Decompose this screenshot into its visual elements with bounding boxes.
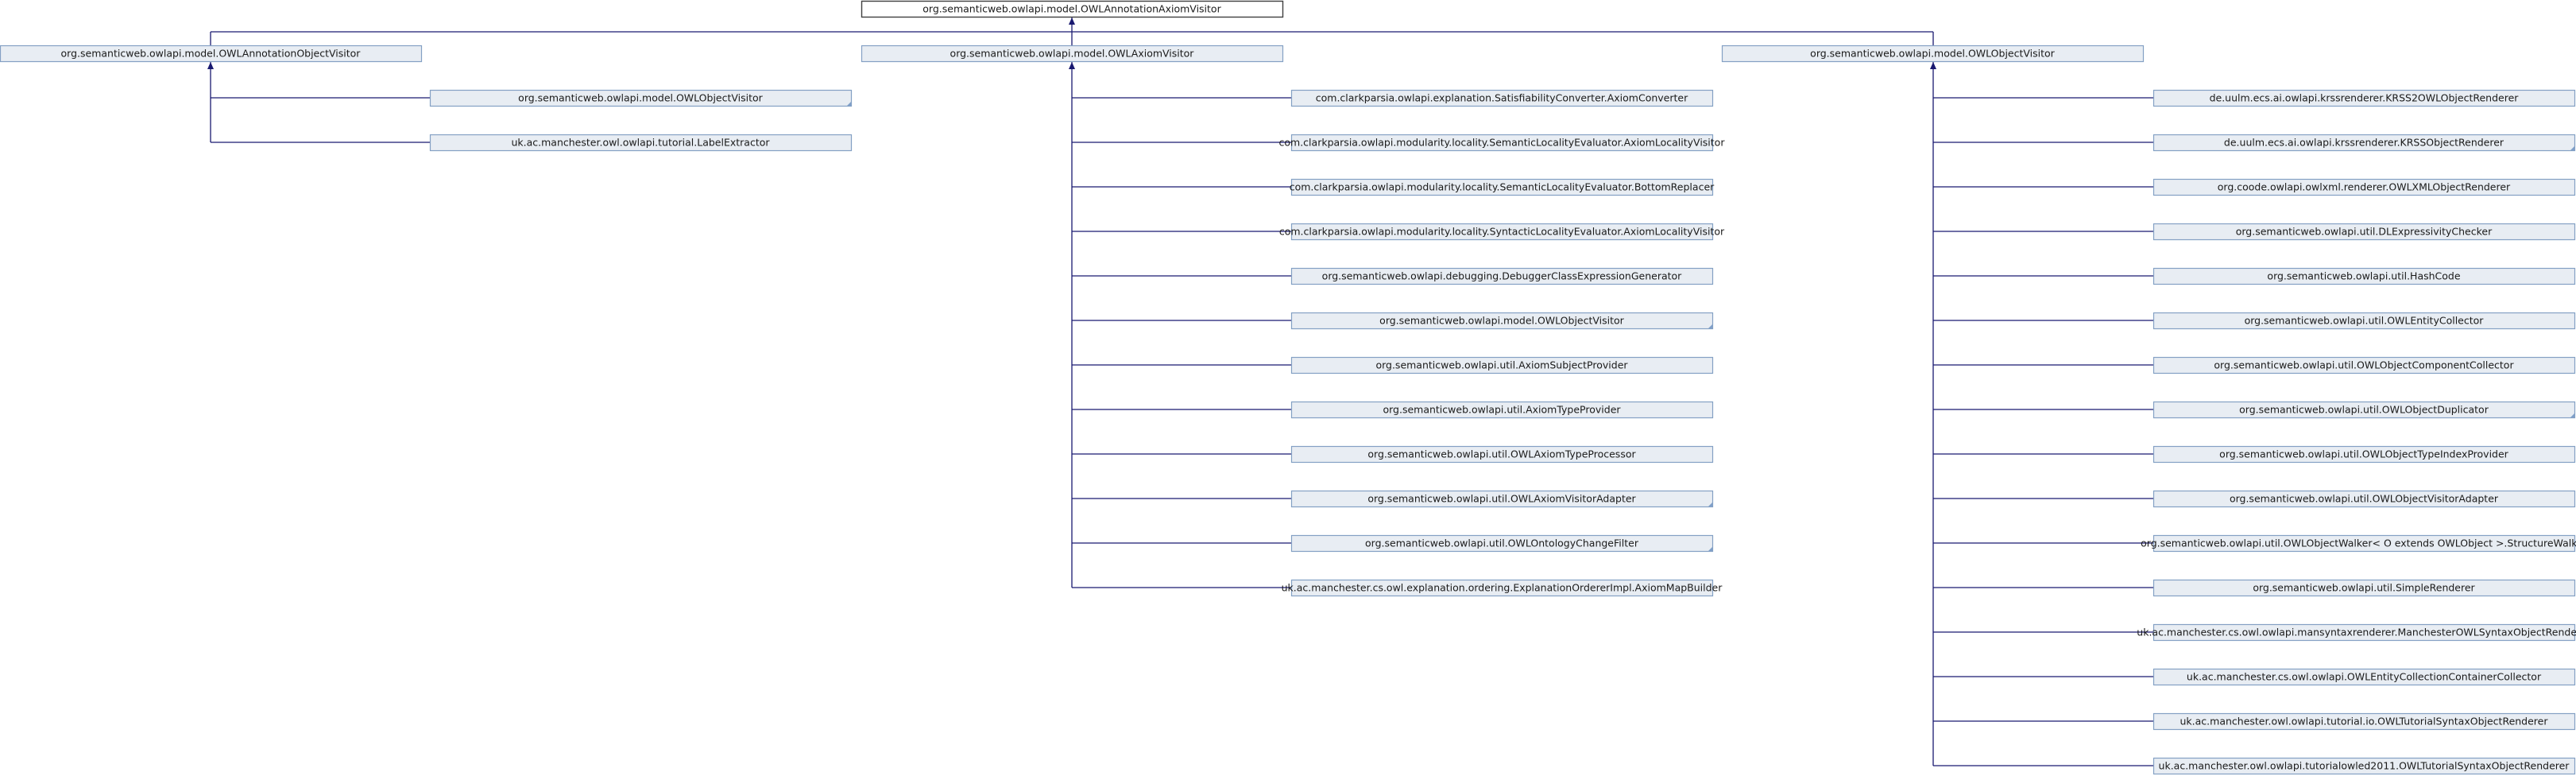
class-renderer-owlxmlobjectrenderer[interactable]: org.coode.owlapi.owlxml.renderer.OWLXMLO… bbox=[2152, 178, 2576, 196]
class-util-simplerenderer[interactable]: org.semanticweb.owlapi.util.SimpleRender… bbox=[2152, 579, 2576, 597]
class-renderer-owlxmlobjectrenderer-label: org.coode.owlapi.owlxml.renderer.OWLXMLO… bbox=[2218, 181, 2511, 193]
root-arrow bbox=[1069, 17, 1075, 25]
class-model-owlobjectvisitor-label: org.semanticweb.owlapi.model.OWLObjectVi… bbox=[1379, 315, 1624, 327]
class-util-owlaxiomvisitoradapter-label: org.semanticweb.owlapi.util.OWLAxiomVisi… bbox=[1367, 493, 1636, 505]
class-util-owlentitycollector[interactable]: org.semanticweb.owlapi.util.OWLEntityCol… bbox=[2152, 312, 2576, 330]
parent-ann-visitor[interactable]: org.semanticweb.owlapi.model.OWLAnnotati… bbox=[0, 45, 423, 63]
parent-axiom-visitor[interactable]: org.semanticweb.owlapi.model.OWLAxiomVis… bbox=[861, 45, 1284, 63]
class-util-axiomsubjectprovider[interactable]: org.semanticweb.owlapi.util.AxiomSubject… bbox=[1290, 356, 1714, 374]
class-krssrenderer-krss2owlobjectrenderer[interactable]: de.uulm.ecs.ai.owlapi.krssrenderer.KRSS2… bbox=[2152, 89, 2576, 107]
class-tutorialowled2011-owltutorialsyntaxobjectrenderer-label: uk.ac.manchester.owl.owlapi.tutorialowle… bbox=[2159, 760, 2570, 772]
class-krssrenderer-krssobjectrenderer[interactable]: de.uulm.ecs.ai.owlapi.krssrenderer.KRSSO… bbox=[2152, 134, 2576, 152]
parent-object-visitor[interactable]: org.semanticweb.owlapi.model.OWLObjectVi… bbox=[1721, 45, 2145, 63]
class-satisfiabilityconverter-axiomconverter[interactable]: com.clarkparsia.owlapi.explanation.Satis… bbox=[1290, 89, 1714, 107]
class-krssrenderer-krssobjectrenderer-label: de.uulm.ecs.ai.owlapi.krssrenderer.KRSSO… bbox=[2224, 137, 2504, 149]
class-util-dlexpressivitychecker-label: org.semanticweb.owlapi.util.DLExpressivi… bbox=[2236, 226, 2493, 238]
class-util-hashcode[interactable]: org.semanticweb.owlapi.util.HashCode bbox=[2152, 267, 2576, 285]
arrow-object bbox=[1930, 62, 1936, 69]
class-util-simplerenderer-label: org.semanticweb.owlapi.util.SimpleRender… bbox=[2253, 582, 2475, 594]
class-owlapi-owlentitycollectioncontainercollector-label: uk.ac.manchester.cs.owl.owlapi.OWLEntity… bbox=[2187, 671, 2542, 683]
class-util-owlaxiomvisitoradapter[interactable]: org.semanticweb.owlapi.util.OWLAxiomVisi… bbox=[1290, 490, 1714, 508]
class-util-axiomtypeprovider[interactable]: org.semanticweb.owlapi.util.AxiomTypePro… bbox=[1290, 401, 1714, 419]
root-class-owlannotationaxiomvisitor[interactable]: org.semanticweb.owlapi.model.OWLAnnotati… bbox=[861, 0, 1284, 18]
class-util-owlobjecttypeindexprovider[interactable]: org.semanticweb.owlapi.util.OWLObjectTyp… bbox=[2152, 445, 2576, 464]
class-explanationordererimpl-axiommapbuilder[interactable]: uk.ac.manchester.cs.owl.explanation.orde… bbox=[1282, 579, 1723, 597]
class-util-hashcode-label: org.semanticweb.owlapi.util.HashCode bbox=[2267, 270, 2460, 282]
class-syntacticlocalityevaluator-axiomlocalityvisitor-label: com.clarkparsia.owlapi.modularity.locali… bbox=[1279, 226, 1725, 238]
class-tutorial-labelextractor[interactable]: uk.ac.manchester.owl.owlapi.tutorial.Lab… bbox=[429, 134, 853, 152]
arrow-ann bbox=[207, 62, 214, 69]
class-util-owlentitycollector-label: org.semanticweb.owlapi.util.OWLEntityCol… bbox=[2245, 315, 2485, 327]
class-owlobjectwalker-o-extends-owlobject-structurewalker[interactable]: org.semanticweb.owlapi.util.OWLObjectWal… bbox=[2141, 534, 2576, 553]
class-tutorialowled2011-owltutorialsyntaxobjectrenderer[interactable]: uk.ac.manchester.owl.owlapi.tutorialowle… bbox=[2152, 757, 2576, 775]
class-model-owlobjectvisitor-label: org.semanticweb.owlapi.model.OWLObjectVi… bbox=[518, 92, 763, 104]
parent-axiom-visitor-label: org.semanticweb.owlapi.model.OWLAxiomVis… bbox=[950, 48, 1195, 60]
class-util-owlobjecttypeindexprovider-label: org.semanticweb.owlapi.util.OWLObjectTyp… bbox=[2219, 448, 2509, 460]
class-io-owltutorialsyntaxobjectrenderer[interactable]: uk.ac.manchester.owl.owlapi.tutorial.io.… bbox=[2152, 712, 2576, 731]
class-tutorial-labelextractor-label: uk.ac.manchester.owl.owlapi.tutorial.Lab… bbox=[511, 137, 770, 149]
arrow-axiom bbox=[1069, 62, 1075, 69]
class-model-owlobjectvisitor[interactable]: org.semanticweb.owlapi.model.OWLObjectVi… bbox=[429, 89, 853, 107]
class-owlapi-owlentitycollectioncontainercollector[interactable]: uk.ac.manchester.cs.owl.owlapi.OWLEntity… bbox=[2152, 668, 2576, 686]
class-util-owlontologychangefilter-label: org.semanticweb.owlapi.util.OWLOntologyC… bbox=[1365, 537, 1639, 549]
class-io-owltutorialsyntaxobjectrenderer-label: uk.ac.manchester.owl.owlapi.tutorial.io.… bbox=[2180, 716, 2549, 728]
class-satisfiabilityconverter-axiomconverter-label: com.clarkparsia.owlapi.explanation.Satis… bbox=[1316, 92, 1688, 104]
class-krssrenderer-krss2owlobjectrenderer-label: de.uulm.ecs.ai.owlapi.krssrenderer.KRSS2… bbox=[2210, 92, 2520, 104]
class-util-owlobjectduplicator-label: org.semanticweb.owlapi.util.OWLObjectDup… bbox=[2239, 404, 2489, 416]
class-util-dlexpressivitychecker[interactable]: org.semanticweb.owlapi.util.DLExpressivi… bbox=[2152, 223, 2576, 241]
class-util-owlobjectvisitoradapter-label: org.semanticweb.owlapi.util.OWLObjectVis… bbox=[2230, 493, 2499, 505]
class-util-owlobjectvisitoradapter[interactable]: org.semanticweb.owlapi.util.OWLObjectVis… bbox=[2152, 490, 2576, 508]
class-debugging-debuggerclassexpressiongenerator-label: org.semanticweb.owlapi.debugging.Debugge… bbox=[1322, 270, 1682, 282]
class-util-axiomtypeprovider-label: org.semanticweb.owlapi.util.AxiomTypePro… bbox=[1383, 404, 1621, 416]
inheritance-diagram: org.semanticweb.owlapi.model.OWLAnnotati… bbox=[0, 0, 2576, 775]
class-semanticlocalityevaluator-bottomreplacer-label: com.clarkparsia.owlapi.modularity.locali… bbox=[1290, 181, 1715, 193]
class-syntacticlocalityevaluator-axiomlocalityvisitor[interactable]: com.clarkparsia.owlapi.modularity.locali… bbox=[1279, 223, 1725, 241]
class-semanticlocalityevaluator-bottomreplacer[interactable]: com.clarkparsia.owlapi.modularity.locali… bbox=[1290, 178, 1715, 196]
class-owlobjectwalker-o-extends-owlobject-structurewalker-label: org.semanticweb.owlapi.util.OWLObjectWal… bbox=[2141, 537, 2576, 549]
class-mansyntaxrenderer-manchesterowlsyntaxobjectrenderer-label: uk.ac.manchester.cs.owl.owlapi.mansyntax… bbox=[2137, 627, 2576, 638]
class-util-owlontologychangefilter[interactable]: org.semanticweb.owlapi.util.OWLOntologyC… bbox=[1290, 534, 1714, 553]
parent-ann-visitor-label: org.semanticweb.owlapi.model.OWLAnnotati… bbox=[61, 48, 362, 60]
class-util-owlaxiomtypeprocessor-label: org.semanticweb.owlapi.util.OWLAxiomType… bbox=[1367, 448, 1636, 460]
root-class-owlannotationaxiomvisitor-label: org.semanticweb.owlapi.model.OWLAnnotati… bbox=[922, 3, 1221, 15]
class-util-owlaxiomtypeprocessor[interactable]: org.semanticweb.owlapi.util.OWLAxiomType… bbox=[1290, 445, 1714, 464]
class-debugging-debuggerclassexpressiongenerator[interactable]: org.semanticweb.owlapi.debugging.Debugge… bbox=[1290, 267, 1714, 285]
class-semanticlocalityevaluator-axiomlocalityvisitor[interactable]: com.clarkparsia.owlapi.modularity.locali… bbox=[1279, 134, 1726, 152]
class-explanationordererimpl-axiommapbuilder-label: uk.ac.manchester.cs.owl.explanation.orde… bbox=[1282, 582, 1723, 594]
class-semanticlocalityevaluator-axiomlocalityvisitor-label: com.clarkparsia.owlapi.modularity.locali… bbox=[1279, 137, 1726, 149]
class-mansyntaxrenderer-manchesterowlsyntaxobjectrenderer[interactable]: uk.ac.manchester.cs.owl.owlapi.mansyntax… bbox=[2137, 623, 2576, 642]
class-model-owlobjectvisitor[interactable]: org.semanticweb.owlapi.model.OWLObjectVi… bbox=[1290, 312, 1714, 330]
class-util-owlobjectduplicator[interactable]: org.semanticweb.owlapi.util.OWLObjectDup… bbox=[2152, 401, 2576, 419]
class-util-axiomsubjectprovider-label: org.semanticweb.owlapi.util.AxiomSubject… bbox=[1375, 359, 1628, 371]
class-util-owlobjectcomponentcollector[interactable]: org.semanticweb.owlapi.util.OWLObjectCom… bbox=[2152, 356, 2576, 374]
class-util-owlobjectcomponentcollector-label: org.semanticweb.owlapi.util.OWLObjectCom… bbox=[2214, 359, 2514, 371]
parent-object-visitor-label: org.semanticweb.owlapi.model.OWLObjectVi… bbox=[1810, 48, 2055, 60]
